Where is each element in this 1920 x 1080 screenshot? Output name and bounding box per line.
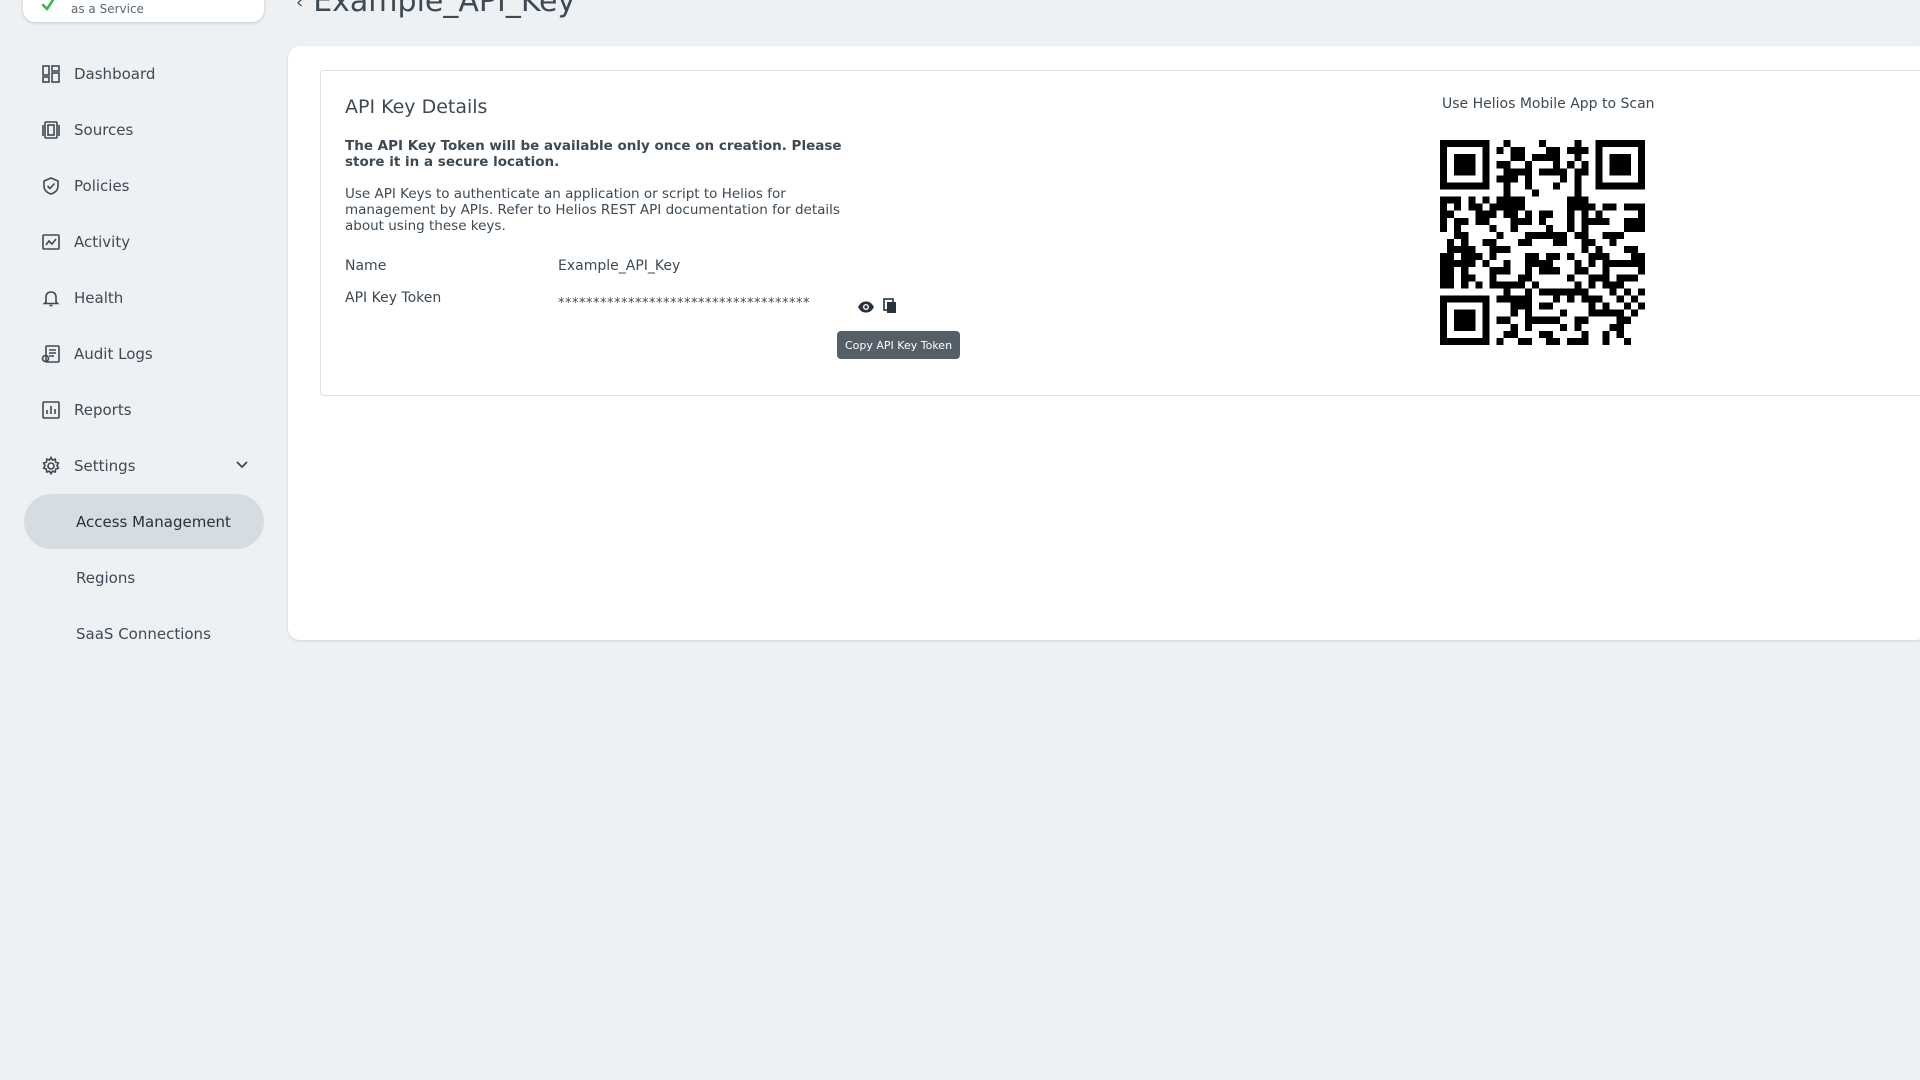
sidebar-item-label: Dashboard (74, 65, 156, 83)
copy-icon (883, 298, 896, 313)
eye-icon (858, 301, 874, 313)
sidebar-item-sources[interactable]: Sources (24, 103, 264, 157)
audit-logs-icon (40, 343, 62, 365)
chevron-down-icon[interactable] (232, 455, 252, 475)
sidebar-item-regions[interactable]: Regions (24, 550, 264, 605)
sidebar-item-saas-connections[interactable]: SaaS Connections (24, 606, 264, 661)
page-title: ‹ Example_API_Key (296, 0, 575, 19)
api-key-token-label: API Key Token (345, 290, 442, 306)
sidebar-item-label: Reports (74, 401, 132, 419)
sidebar-item-settings[interactable]: Settings (24, 439, 264, 493)
page-title-text: Example_API_Key (313, 0, 576, 19)
sidebar-item-label: Settings (74, 457, 136, 475)
qr-title: Use Helios Mobile App to Scan (1442, 96, 1655, 112)
sidebar-item-label: Audit Logs (74, 345, 153, 363)
bell-icon (40, 287, 62, 309)
show-token-button[interactable] (856, 297, 876, 317)
sidebar: Dashboard Sources Policies Activity Heal… (0, 0, 270, 1080)
sidebar-item-policies[interactable]: Policies (24, 159, 264, 213)
sidebar-item-label: Policies (74, 177, 130, 195)
sidebar-item-activity[interactable]: Activity (24, 215, 264, 269)
api-key-description: Use API Keys to authenticate an applicat… (345, 186, 840, 234)
shield-check-icon (40, 175, 62, 197)
name-label: Name (345, 258, 387, 274)
name-value: Example_API_Key (558, 258, 681, 274)
sidebar-item-label: Health (74, 289, 124, 307)
copy-token-tooltip: Copy API Key Token (837, 331, 961, 359)
copy-token-button[interactable] (880, 296, 900, 316)
activity-icon (40, 231, 62, 253)
gear-icon (40, 455, 62, 477)
bar-chart-icon (40, 399, 62, 421)
sidebar-item-audit-logs[interactable]: Audit Logs (24, 327, 264, 381)
sidebar-item-dashboard[interactable]: Dashboard (24, 47, 264, 101)
sidebar-item-label: Activity (74, 233, 131, 251)
sidebar-item-reports[interactable]: Reports (24, 383, 264, 437)
sidebar-item-access-management[interactable]: Access Management (24, 494, 264, 549)
qr-code (1440, 140, 1645, 345)
card-title: API Key Details (345, 96, 488, 118)
sources-icon (40, 119, 62, 141)
dashboard-icon (40, 63, 62, 85)
storage-warning: The API Key Token will be available only… (345, 138, 842, 170)
sidebar-item-health[interactable]: Health (24, 271, 264, 325)
sidebar-item-label: Sources (74, 121, 134, 139)
api-key-token-value: ************************************ (558, 296, 810, 311)
back-arrow-icon[interactable]: ‹ (296, 0, 303, 13)
